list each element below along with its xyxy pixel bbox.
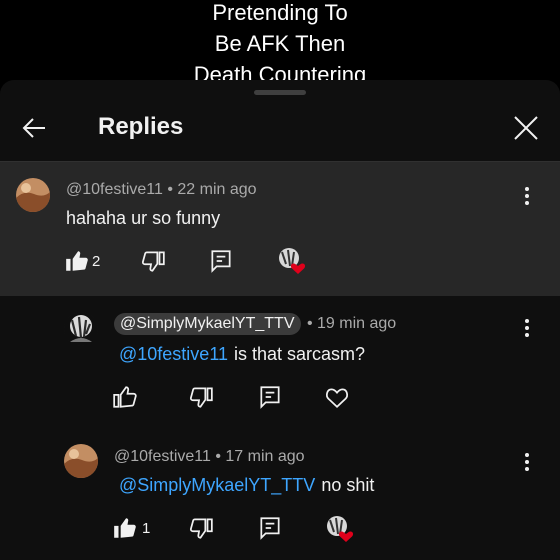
like-button[interactable] <box>112 515 138 541</box>
comment-time: • 22 min ago <box>167 181 257 198</box>
thumbs-up-filled-icon <box>66 251 88 271</box>
comment-time: • 17 min ago <box>215 448 305 465</box>
comment-author[interactable]: @10festive11 <box>66 181 163 198</box>
comment-time: • 19 min ago <box>306 315 397 332</box>
comment-meta: @10festive11 • 22 min ago <box>66 181 257 199</box>
back-arrow-icon[interactable] <box>18 112 50 144</box>
creator-badge[interactable]: @SimplyMykaelYT_TTV <box>114 313 301 335</box>
comment-text: @10festive11 is that sarcasm? <box>119 344 365 365</box>
reply-body: no shit <box>321 475 375 495</box>
avatar[interactable] <box>64 444 98 478</box>
comment-author[interactable]: @10festive11 <box>114 448 211 465</box>
more-vert-icon[interactable] <box>515 316 539 340</box>
thumbs-down-icon <box>189 518 213 539</box>
heart-icon <box>290 263 306 274</box>
page-title: Replies <box>98 113 184 140</box>
replies-header: Replies <box>0 100 560 162</box>
comment-meta: @10festive11 • 17 min ago <box>114 448 305 466</box>
like-button[interactable] <box>112 384 138 410</box>
like-button[interactable] <box>64 248 90 274</box>
comment-icon <box>260 517 280 540</box>
creator-heart <box>324 514 354 544</box>
mention-link[interactable]: @SimplyMykaelYT_TTV <box>119 475 315 495</box>
creator-heart <box>276 246 306 276</box>
video-title: Pretending To Be AFK Then Death Counteri… <box>0 0 560 90</box>
close-icon[interactable] <box>510 112 542 144</box>
drag-handle[interactable] <box>254 90 306 95</box>
heart-outline-icon <box>326 388 348 408</box>
dislike-button[interactable] <box>140 248 166 274</box>
thumbs-down-icon <box>189 387 213 408</box>
parent-comment: @10festive11 • 22 min ago hahaha ur so f… <box>0 162 560 296</box>
heart-button[interactable] <box>324 384 350 410</box>
dislike-button[interactable] <box>188 384 214 410</box>
replies-sheet: Replies @10festive11 • 22 min ago hahaha… <box>0 80 560 560</box>
mention-link[interactable]: @10festive11 <box>119 344 228 364</box>
video-title-line-1: Pretending To <box>212 0 348 25</box>
video-title-line-2: Be AFK Then <box>214 31 346 56</box>
like-count: 1 <box>142 520 151 537</box>
thumbs-up-icon <box>113 386 137 408</box>
reply-button[interactable] <box>208 248 234 274</box>
comment-text: @SimplyMykaelYT_TTV no shit <box>119 475 374 496</box>
like-count: 2 <box>92 253 101 270</box>
reply-body: is that sarcasm? <box>234 344 366 364</box>
comment-text: hahaha ur so funny <box>66 208 221 228</box>
comment-meta: @SimplyMykaelYT_TTV • 19 min ago <box>114 313 396 335</box>
avatar[interactable] <box>16 178 50 212</box>
avatar[interactable] <box>64 312 98 346</box>
thumbs-down-icon <box>141 251 165 272</box>
comment-icon <box>211 250 231 273</box>
more-vert-icon[interactable] <box>515 450 539 474</box>
thumbs-up-filled-icon <box>114 518 136 538</box>
reply-button[interactable] <box>257 384 283 410</box>
dislike-button[interactable] <box>188 515 214 541</box>
reply-button[interactable] <box>257 515 283 541</box>
more-vert-icon[interactable] <box>515 184 539 208</box>
comment-icon <box>260 386 280 409</box>
heart-icon <box>338 531 354 542</box>
